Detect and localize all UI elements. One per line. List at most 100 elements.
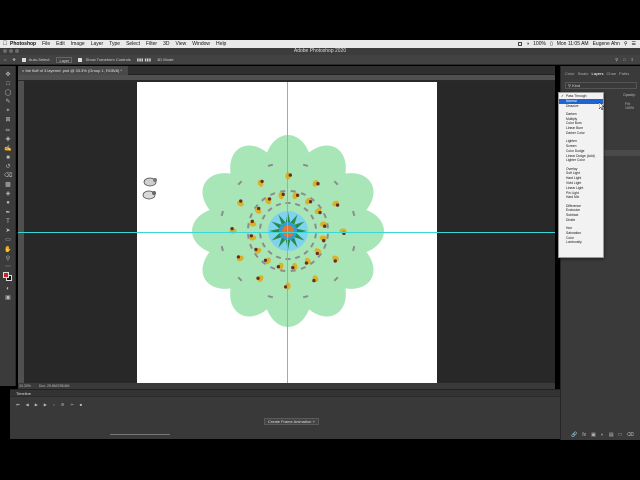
menu-layer[interactable]: Layer (91, 41, 104, 47)
tab-swatches[interactable]: Swatc (578, 70, 589, 78)
blend-mode-option[interactable]: Darker Color (559, 131, 603, 136)
apple-icon[interactable]:  (0, 41, 10, 47)
auto-select-checkbox[interactable] (21, 57, 26, 62)
zoom-window-icon[interactable] (15, 49, 19, 53)
menu-filter[interactable]: Filter (146, 41, 157, 47)
fx-icon[interactable]: fx (582, 432, 586, 438)
fill-value: 100% (625, 106, 634, 110)
menubar-user[interactable]: Eugene Ahn (593, 41, 620, 47)
workspace-icon[interactable]: □ (623, 57, 625, 62)
close-window-icon[interactable] (3, 49, 7, 53)
tab-channels[interactable]: Chan (606, 70, 616, 78)
audio-icon[interactable]: ♪ (53, 402, 55, 407)
link-icon[interactable]: 🔗 (571, 432, 577, 438)
type-icon[interactable]: T (4, 219, 12, 225)
split-icon[interactable]: ✂ (70, 402, 73, 407)
menu-window[interactable]: Window (192, 41, 210, 47)
stray-animal-images[interactable] (140, 175, 160, 201)
share-icon[interactable]: ⇧ (631, 57, 634, 62)
gradient-icon[interactable]: ▩ (4, 182, 12, 188)
trash-icon[interactable]: ⌫ (627, 432, 634, 438)
create-frame-animation-label: Create Frame Animation (268, 419, 312, 424)
screen-mode-icon[interactable]: ▣ (4, 295, 12, 301)
frame-icon[interactable]: ⊠ (4, 117, 12, 123)
wifi-icon[interactable]: ◑ (526, 41, 529, 47)
vertical-guide[interactable] (287, 82, 288, 383)
blend-mode-option[interactable]: Dissolve (559, 104, 603, 109)
menu-3d[interactable]: 3D (163, 41, 169, 47)
zoom-icon[interactable]: ⚲ (4, 256, 12, 262)
tab-layers[interactable]: Layers (591, 70, 603, 78)
menu-view[interactable]: View (176, 41, 187, 47)
pen-icon[interactable]: ✒ (4, 210, 12, 216)
foreground-color-swatch[interactable] (3, 272, 9, 278)
menu-photoshop[interactable]: Photoshop (10, 41, 36, 47)
home-icon[interactable]: ⌂ (4, 57, 6, 62)
folder-icon[interactable]: ▤ (609, 432, 614, 438)
transition-icon[interactable]: ■ (80, 402, 82, 407)
marquee-icon[interactable]: □ (4, 81, 12, 87)
menu-file[interactable]: File (42, 41, 50, 47)
opacity-control[interactable]: Opacity: (623, 93, 636, 97)
battery-icon[interactable]: ▯ (550, 41, 553, 47)
tab-paths[interactable]: Paths (619, 70, 629, 78)
display-icon[interactable] (518, 42, 523, 46)
fill-control[interactable]: Fill: 100% (625, 102, 640, 110)
blend-mode-option[interactable]: Luminosity (559, 240, 603, 245)
settings-icon[interactable]: ⚙ (61, 402, 65, 407)
auto-select-dropdown[interactable]: Layer (56, 56, 73, 63)
close-tab-icon[interactable]: × (22, 68, 24, 73)
new-layer-icon[interactable]: □ (619, 432, 622, 438)
play-icon[interactable]: ▶ (35, 402, 38, 407)
healing-icon[interactable]: ✚ (4, 137, 12, 143)
eraser-icon[interactable]: ⌫ (4, 173, 12, 179)
minimize-window-icon[interactable] (9, 49, 13, 53)
hand-icon[interactable]: ✋ (4, 247, 12, 253)
eyedropper-icon[interactable]: ✏ (4, 128, 12, 134)
mandala-artwork[interactable] (188, 133, 388, 329)
menu-help[interactable]: Help (216, 41, 226, 47)
crop-icon[interactable]: ⌖ (4, 108, 12, 114)
dodge-icon[interactable]: ● (4, 200, 12, 206)
move-icon[interactable]: ✥ (4, 72, 12, 78)
show-transform-checkbox[interactable] (78, 57, 83, 62)
mask-icon[interactable]: ▣ (591, 432, 596, 438)
create-frame-animation-button[interactable]: Create Frame Animation ˅ (264, 418, 319, 425)
menu-select[interactable]: Select (126, 41, 140, 47)
align-icons[interactable]: ▮▮▮ ▮▮▮ (137, 57, 151, 62)
battery-percent: 100% (533, 41, 546, 47)
previous-frame-icon[interactable]: ◀ (26, 402, 29, 407)
layer-row[interactable] (603, 150, 640, 156)
quick-mask-icon[interactable]: ◐ (4, 286, 12, 292)
menubar-clock[interactable]: Mon 11:05 AM (557, 41, 589, 47)
menu-edit[interactable]: Edit (56, 41, 65, 47)
blend-mode-dropdown[interactable]: Pass ThroughNormalDissolveDarkenMultiply… (558, 92, 604, 258)
adjustment-icon[interactable]: ◐ (601, 432, 604, 438)
menu-image[interactable]: Image (71, 41, 85, 47)
shape-icon[interactable]: ▭ (4, 237, 12, 243)
animal-figure-head (236, 255, 241, 259)
document-tab[interactable]: × the fluff of 3 layered .psd @ 33.3% (G… (18, 66, 128, 75)
path-select-icon[interactable]: ➤ (4, 228, 12, 234)
first-frame-icon[interactable]: ⏮ (16, 402, 20, 407)
timeline-zoom-slider[interactable] (110, 434, 170, 435)
blend-mode-option[interactable]: Hard Mix (559, 195, 603, 200)
blend-mode-option[interactable]: Lighter Color (559, 158, 603, 163)
history-brush-icon[interactable]: ↺ (4, 164, 12, 170)
brush-icon[interactable]: ✍ (4, 146, 12, 152)
lasso-icon[interactable]: ◯ (4, 90, 12, 96)
menu-type[interactable]: Type (109, 41, 120, 47)
more-tools-icon[interactable]: ⋯ (4, 264, 12, 270)
clone-stamp-icon[interactable]: ■ (4, 155, 12, 161)
move-tool-preset-icon[interactable]: ✥ (12, 57, 15, 62)
tab-color[interactable]: Color (565, 70, 575, 78)
next-frame-icon[interactable]: ▶ (44, 402, 47, 407)
blend-mode-option[interactable]: Divide (559, 218, 603, 223)
menu-list-icon[interactable]: ☰ (632, 41, 636, 47)
search-icon[interactable]: ⚲ (624, 41, 628, 47)
blur-icon[interactable]: ◈ (4, 191, 12, 197)
layer-filter-kind[interactable]: ⚲ Kind (565, 82, 637, 89)
timeline-header[interactable]: Timeline (10, 390, 560, 397)
quick-select-icon[interactable]: ✎ (4, 99, 12, 105)
search-icon[interactable]: ⚲ (615, 57, 618, 62)
